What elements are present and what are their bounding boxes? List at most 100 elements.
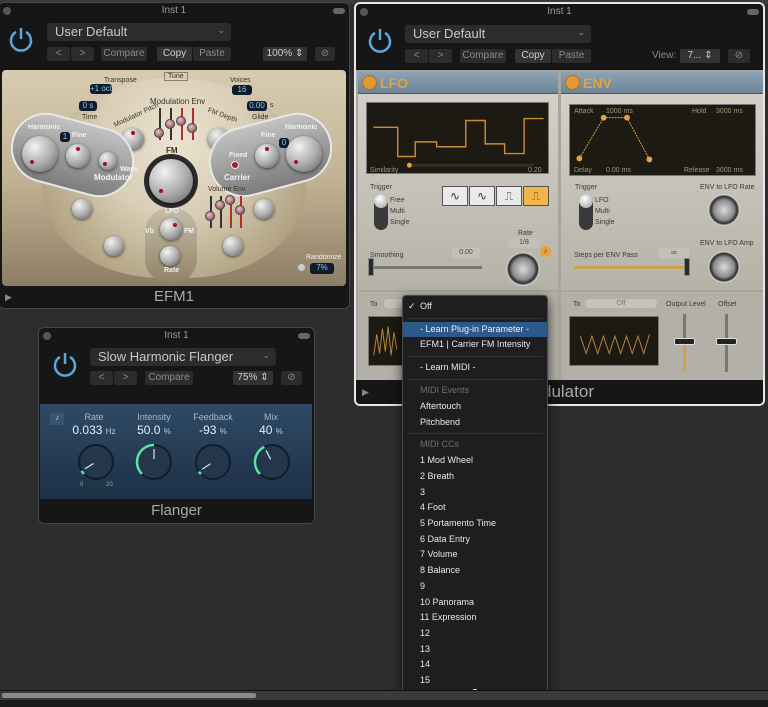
voices-display[interactable]: 16	[232, 85, 252, 95]
sync-note-button[interactable]: ♪	[540, 246, 551, 257]
menu-item[interactable]: 12	[403, 626, 547, 641]
menu-item[interactable]: 15	[403, 673, 547, 688]
view-select[interactable]: 7... ⇕	[680, 49, 720, 63]
fixed-toggle[interactable]	[231, 161, 239, 169]
rate-knob[interactable]	[76, 442, 116, 482]
wave-knob[interactable]	[99, 152, 117, 170]
delay-value[interactable]: 0.00 ms	[606, 167, 631, 174]
rate-value[interactable]: 0.033	[72, 423, 102, 437]
stereo-detune-knob[interactable]	[104, 236, 124, 256]
hold-value[interactable]: 3000 ms	[716, 108, 743, 115]
attack-value[interactable]: 1000 ms	[606, 108, 633, 115]
offset-slider[interactable]	[716, 338, 737, 345]
harmonic-carrier-knob[interactable]	[286, 136, 322, 172]
resize-handle[interactable]	[333, 8, 345, 14]
glide-display[interactable]: 0.00	[247, 101, 267, 111]
menu-item[interactable]: 6 Data Entry	[403, 532, 547, 547]
waveform-square-button[interactable]: ⎍	[496, 186, 522, 206]
compare-button[interactable]: Compare	[145, 371, 193, 385]
mix-knob[interactable]	[252, 442, 292, 482]
next-preset-button[interactable]: >	[114, 371, 137, 385]
env-trigger-single[interactable]: Single	[595, 219, 614, 226]
menu-item[interactable]: 1 Mod Wheel	[403, 453, 547, 468]
velocity-knob[interactable]	[223, 236, 243, 256]
lfo-trigger-single[interactable]: Single	[390, 219, 409, 226]
release-value[interactable]: 3000 ms	[716, 167, 743, 174]
menu-item[interactable]: Aftertouch	[403, 399, 547, 414]
previous-preset-button[interactable]: <	[90, 371, 113, 385]
previous-preset-button[interactable]: <	[47, 47, 70, 61]
feedback-knob[interactable]	[193, 442, 233, 482]
compare-button[interactable]: Compare	[460, 49, 506, 63]
vol-env-attack-slider[interactable]	[205, 211, 215, 221]
menu-item[interactable]: Pitchbend	[403, 415, 547, 430]
next-preset-button[interactable]: >	[429, 49, 452, 63]
vol-env-release-slider[interactable]	[235, 205, 245, 215]
vol-env-decay-slider[interactable]	[215, 200, 225, 210]
env-trigger-multi[interactable]: Multi	[595, 208, 610, 215]
resize-handle[interactable]	[747, 9, 759, 15]
time-display[interactable]: 0 s	[79, 101, 97, 111]
smoothing-slider-track[interactable]	[370, 266, 482, 269]
fine-modulator-knob[interactable]	[66, 144, 90, 168]
harmonic-modulator-knob[interactable]	[22, 136, 58, 172]
play-triangle-icon[interactable]: ▶	[362, 380, 369, 404]
sync-note-button[interactable]: ♪	[50, 413, 64, 425]
link-button[interactable]: ⊘	[281, 371, 302, 385]
menu-item[interactable]: 3	[403, 485, 547, 500]
zoom-select[interactable]: 100% ⇕	[263, 47, 307, 61]
steps-per-env-pass-value[interactable]: ∞	[659, 248, 689, 258]
preset-dropdown[interactable]: Slow Harmonic Flanger ⌄	[90, 348, 276, 366]
horizontal-scrollbar-thumb[interactable]	[2, 693, 256, 698]
lfo-trigger-free[interactable]: Free	[390, 197, 404, 204]
menu-item[interactable]: 7 Volume	[403, 547, 547, 562]
copy-button[interactable]: Copy	[157, 47, 192, 61]
randomize-display[interactable]: 7%	[310, 263, 334, 274]
menu-item[interactable]: 9	[403, 579, 547, 594]
preset-dropdown[interactable]: User Default ⌄	[405, 25, 591, 43]
fine-carrier-knob[interactable]	[255, 144, 279, 168]
fm-intensity-knob[interactable]	[149, 159, 193, 203]
lfo-trigger-multi[interactable]: Multi	[390, 208, 405, 215]
menu-item[interactable]: 2 Breath	[403, 469, 547, 484]
waveform-random-button[interactable]: ⎍	[523, 186, 549, 206]
env-power-button[interactable]	[565, 75, 580, 90]
randomize-button[interactable]	[298, 264, 305, 271]
harmonic-modulator-display[interactable]: 1	[60, 132, 70, 142]
menu-item[interactable]: 14	[403, 657, 547, 672]
horizontal-scrollbar[interactable]	[0, 690, 768, 700]
steps-slider-track[interactable]	[574, 266, 684, 269]
paste-button[interactable]: Paste	[552, 49, 591, 63]
paste-button[interactable]: Paste	[193, 47, 231, 61]
compare-button[interactable]: Compare	[101, 47, 147, 61]
power-icon[interactable]	[51, 350, 79, 378]
menu-item[interactable]: ✓ Off	[403, 299, 547, 314]
sub-osc-level-knob[interactable]	[72, 199, 92, 219]
rate-value[interactable]: 1/8	[508, 238, 540, 248]
mix-value[interactable]: 40	[259, 423, 272, 437]
menu-item[interactable]: 4 Foot	[403, 500, 547, 515]
next-preset-button[interactable]: >	[71, 47, 94, 61]
vol-env-sustain-slider[interactable]	[225, 195, 235, 205]
env-trigger-lfo[interactable]: LFO	[595, 197, 609, 204]
main-level-knob[interactable]	[254, 199, 274, 219]
waveform-sine-button[interactable]: ∿	[469, 186, 495, 206]
menu-item[interactable]: 13	[403, 642, 547, 657]
copy-button[interactable]: Copy	[515, 49, 551, 63]
menu-item[interactable]: 8 Balance	[403, 563, 547, 578]
smoothing-slider-handle[interactable]	[368, 258, 374, 276]
intensity-value[interactable]: 50.0	[137, 423, 160, 437]
preset-dropdown[interactable]: User Default ⌄	[47, 23, 231, 41]
power-icon[interactable]	[7, 25, 35, 53]
play-triangle-icon[interactable]: ▶	[5, 286, 12, 308]
env-trigger-switch[interactable]	[579, 194, 593, 230]
lfo-rate-knob[interactable]	[160, 246, 180, 266]
env-to-lfo-amp-knob[interactable]	[708, 251, 740, 283]
similarity-value[interactable]: 0.20	[528, 167, 542, 174]
zoom-select[interactable]: 75% ⇕	[233, 371, 273, 385]
lfo-amount-knob[interactable]	[160, 218, 182, 240]
smoothing-value[interactable]: 0.00	[452, 248, 480, 258]
link-button[interactable]: ⊘	[315, 47, 335, 61]
mod-env-release-slider[interactable]	[187, 123, 197, 133]
resize-handle[interactable]	[298, 333, 310, 339]
